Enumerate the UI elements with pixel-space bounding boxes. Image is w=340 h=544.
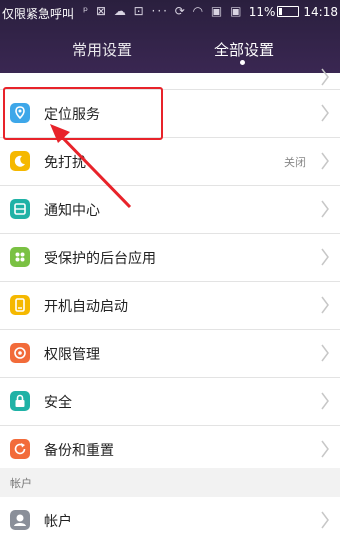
annotation-arrow [50, 124, 132, 209]
